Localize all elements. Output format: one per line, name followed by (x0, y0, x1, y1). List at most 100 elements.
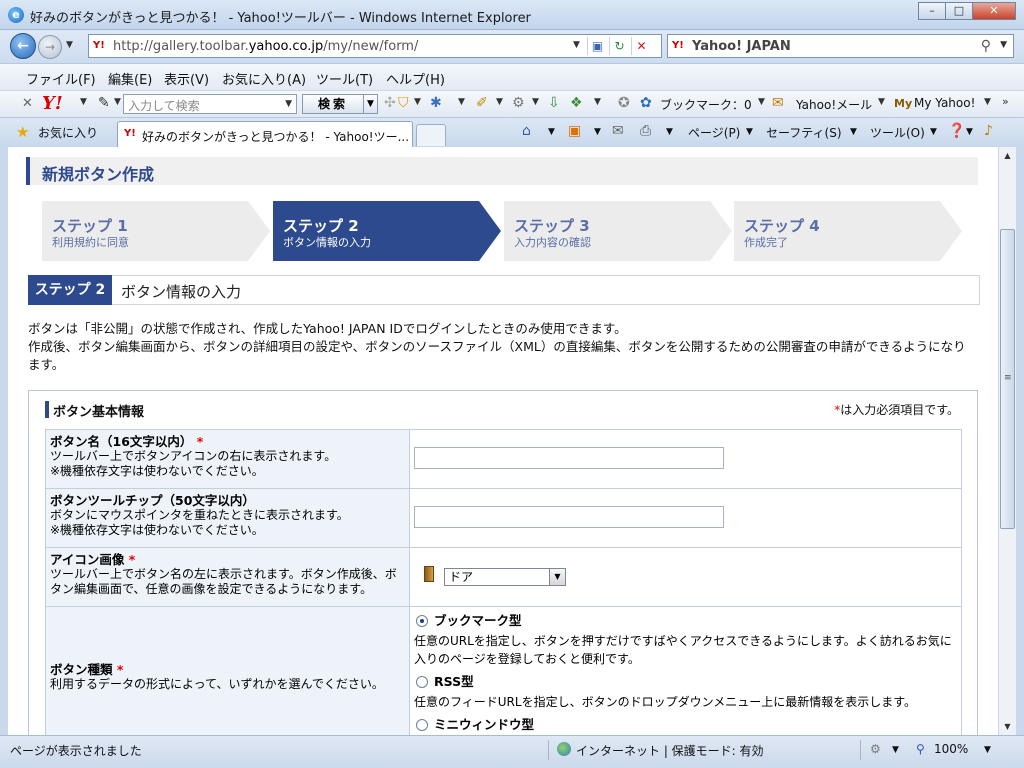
chevron-more-icon[interactable]: » (1002, 95, 1009, 108)
tools-menu[interactable]: ツール(O) (870, 124, 925, 141)
search-dropdown-icon[interactable]: ▼ (1000, 40, 1007, 50)
shield-icon[interactable]: ⛉ (398, 95, 409, 111)
toolbar-search-button[interactable]: 検索 (302, 94, 364, 114)
tools-status-dropdown-icon[interactable]: ▼ (892, 745, 899, 755)
new-tab-button[interactable] (416, 124, 446, 146)
recycle-icon[interactable]: ✱ (430, 95, 442, 111)
research-icon[interactable]: ♪ (984, 123, 993, 139)
search-icon[interactable]: ⚲ (981, 38, 991, 54)
refresh-icon[interactable]: ↻ (609, 37, 629, 55)
icon-label: アイコン画像 (50, 552, 125, 567)
toolbar-search-input[interactable]: 入力して検索 ▼ (123, 94, 297, 114)
help-dropdown-icon[interactable]: ▼ (966, 127, 973, 137)
scroll-up-icon[interactable]: ▲ (999, 147, 1016, 164)
star-badge-icon[interactable]: ✪ (618, 95, 630, 111)
mail-icon[interactable]: ✉ (772, 95, 784, 111)
my-yahoo-dropdown-icon[interactable]: ▼ (984, 97, 991, 107)
maximize-button[interactable]: □ (945, 2, 973, 20)
radio-bookmark[interactable] (416, 615, 428, 627)
icon-select[interactable]: ドア ▼ (444, 568, 566, 586)
lock-icon[interactable]: ⚙ (512, 95, 525, 111)
address-bar[interactable]: Y! http://gallery.toolbar.yahoo.co.jp/my… (88, 34, 662, 58)
back-button[interactable]: ← (10, 33, 36, 59)
radio-rss[interactable] (416, 676, 428, 688)
yahoo-menu-dropdown-icon[interactable]: ▼ (80, 97, 87, 107)
recycle-dropdown-icon[interactable]: ▼ (458, 97, 465, 107)
type-option-bookmark[interactable]: ブックマーク型 任意のURLを指定し、ボタンを押すだけですばやくアクセスできるよ… (414, 613, 957, 668)
step-heading: ステップ 2 ボタン情報の入力 (28, 275, 980, 305)
mail-link[interactable]: Yahoo!メール (796, 96, 872, 113)
help-icon[interactable]: ❓ (948, 123, 965, 139)
print-dropdown-icon[interactable]: ▼ (666, 127, 673, 137)
yahoo-toolbar: ✕ Y! ▼ ✎ ▼ 入力して検索 ▼ 検索 ▼ ✣ ⛉ ▼ ✱ ▼ ✐ ▼ ⚙… (0, 90, 1024, 117)
stop-icon[interactable]: ✕ (631, 37, 651, 55)
menu-edit[interactable]: 編集(E) (108, 69, 152, 88)
shield-dropdown-icon[interactable]: ▼ (414, 97, 421, 107)
search-box[interactable]: Y! Yahoo! JAPAN ⚲ ▼ (667, 34, 1014, 58)
my-yahoo-link[interactable]: My Yahoo! (914, 96, 975, 110)
feeds-dropdown-icon[interactable]: ▼ (594, 127, 601, 137)
radio-miniwindow[interactable] (416, 719, 428, 731)
tooltip-input[interactable] (414, 506, 724, 528)
favorites-star-icon[interactable]: ★ (16, 123, 29, 141)
basic-info-panel: ボタン基本情報 *は入力必須項目です。 ボタン名（16文字以内） * ツールバー… (28, 390, 978, 735)
menu-help[interactable]: ヘルプ(H) (386, 69, 445, 88)
step-3-name: ステップ 3 (514, 217, 590, 235)
zoom-dropdown-icon[interactable]: ▼ (984, 745, 991, 755)
menu-file[interactable]: ファイル(F) (26, 69, 96, 88)
tools-status-icon[interactable]: ⚙ (870, 742, 881, 756)
favorites-button[interactable]: お気に入り (38, 124, 98, 141)
address-dropdown-icon[interactable]: ▼ (573, 40, 580, 50)
icon-help: ツールバー上でボタン名の左に表示されます。ボタン作成後、ボタン編集画面で、任意の… (50, 567, 397, 596)
feeds-icon[interactable]: ▣ (568, 123, 581, 139)
address-url[interactable]: http://gallery.toolbar.yahoo.co.jp/my/ne… (113, 39, 418, 54)
toolbar-search-dropdown-icon[interactable]: ▼ (285, 99, 292, 109)
read-mail-icon[interactable]: ✉ (612, 123, 624, 139)
pen-icon[interactable]: ✎ (98, 95, 110, 111)
button-name-input[interactable] (414, 447, 724, 469)
download-icon[interactable]: ⇩ (548, 95, 560, 111)
toolbar-close-icon[interactable]: ✕ (22, 96, 33, 111)
pen-dropdown-icon[interactable]: ▼ (114, 97, 121, 107)
highlight-icon[interactable]: ✣ (384, 95, 396, 111)
bookmark-dropdown-icon[interactable]: ▼ (758, 97, 765, 107)
bookmark-icon[interactable]: ✿ (640, 95, 652, 111)
step-3-desc: 入力内容の確認 (514, 236, 591, 249)
forward-button[interactable]: → (38, 35, 62, 59)
minimize-button[interactable]: – (918, 2, 946, 20)
chevron-down-icon[interactable]: ▼ (549, 569, 565, 585)
door-icon (424, 566, 434, 582)
close-button[interactable]: ✕ (972, 2, 1016, 20)
yahoo-logo[interactable]: Y! (42, 93, 63, 114)
type-option-rss[interactable]: RSS型 任意のフィードURLを指定し、ボタンのドロップダウンメニュー上に最新情… (414, 674, 957, 711)
print-icon[interactable]: ⎙ (640, 123, 651, 139)
menu-tools[interactable]: ツール(T) (316, 69, 373, 88)
scrollbar-thumb[interactable]: ≡ (1000, 229, 1015, 529)
page-dropdown-icon[interactable]: ▼ (746, 127, 753, 137)
puzzle-icon[interactable]: ❖ (570, 95, 583, 111)
search-button-dropdown-icon[interactable]: ▼ (364, 94, 378, 114)
page-menu[interactable]: ページ(P) (688, 124, 740, 141)
home-dropdown-icon[interactable]: ▼ (548, 127, 555, 137)
safety-menu[interactable]: セーフティ(S) (766, 124, 842, 141)
vertical-scrollbar[interactable]: ▲ ≡ ▼ (998, 147, 1016, 735)
bookmark-link[interactable]: ブックマーク：0 (660, 96, 752, 113)
puzzle-dropdown-icon[interactable]: ▼ (594, 97, 601, 107)
safety-dropdown-icon[interactable]: ▼ (850, 127, 857, 137)
zoom-icon[interactable]: ⚲ (916, 742, 925, 756)
compatibility-view-icon[interactable]: ▣ (587, 37, 607, 55)
type-option-miniwindow[interactable]: ミニウィンドウ型 (414, 717, 957, 733)
home-icon[interactable]: ⌂ (522, 123, 531, 139)
zoom-level[interactable]: 100% (934, 742, 968, 756)
menu-favorites[interactable]: お気に入り(A) (222, 69, 306, 88)
menu-view[interactable]: 表示(V) (164, 69, 209, 88)
security-zone[interactable]: インターネット | 保護モード: 有効 (576, 742, 764, 759)
scroll-down-icon[interactable]: ▼ (999, 718, 1016, 735)
tools-dropdown-icon[interactable]: ▼ (930, 127, 937, 137)
lock-dropdown-icon[interactable]: ▼ (532, 97, 539, 107)
history-dropdown-icon[interactable]: ▼ (66, 40, 73, 50)
marker-dropdown-icon[interactable]: ▼ (496, 97, 503, 107)
marker-icon[interactable]: ✐ (476, 95, 488, 111)
tab-active[interactable]: Y! 好みのボタンがきっと見つかる！ - Yahoo!ツー... (117, 121, 413, 148)
mail-dropdown-icon[interactable]: ▼ (878, 97, 885, 107)
